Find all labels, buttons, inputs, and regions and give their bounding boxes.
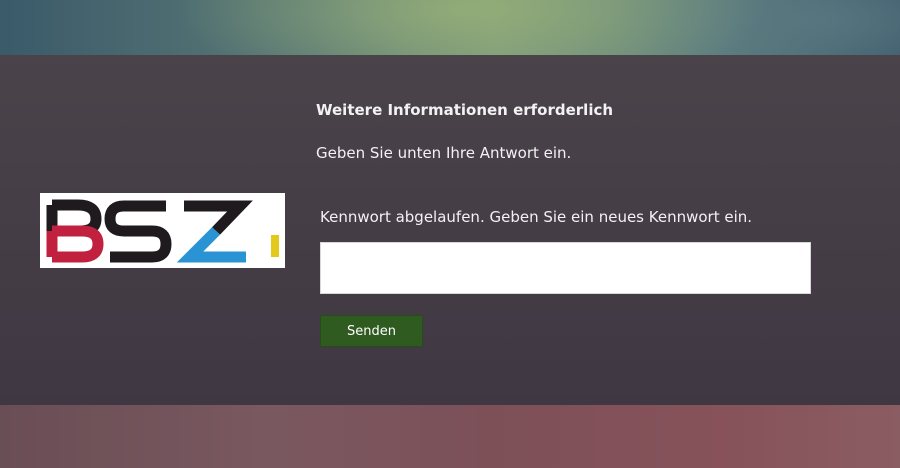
bsz-logo xyxy=(40,193,285,268)
new-password-input[interactable] xyxy=(320,242,811,294)
submit-button[interactable]: Senden xyxy=(320,315,423,347)
bsz-logo-icon xyxy=(46,199,279,263)
form-title: Weitere Informationen erforderlich xyxy=(316,101,614,119)
background-band-bottom xyxy=(0,405,900,468)
password-field-label: Kennwort abgelaufen. Geben Sie ein neues… xyxy=(320,208,753,226)
form-subtitle: Geben Sie unten Ihre Antwort ein. xyxy=(316,144,572,162)
login-page: Weitere Informationen erforderlich Geben… xyxy=(0,0,900,468)
